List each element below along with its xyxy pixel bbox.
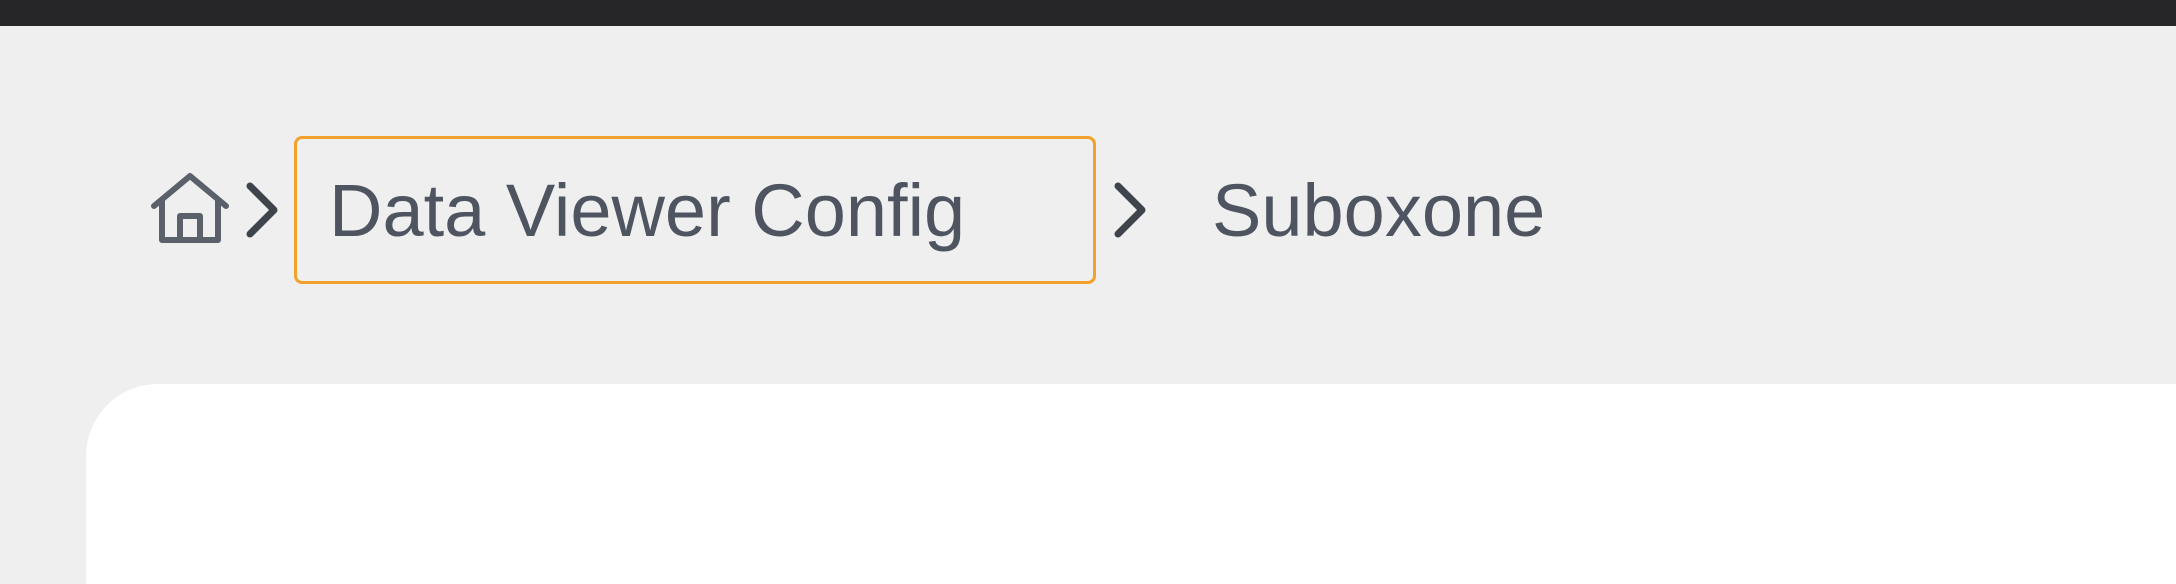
breadcrumb: Data Viewer Config Suboxone	[148, 136, 1545, 284]
chevron-right-icon	[1106, 180, 1154, 240]
content-card	[86, 384, 2176, 584]
breadcrumb-home-button[interactable]	[148, 169, 238, 251]
breadcrumb-current-item: Suboxone	[1212, 168, 1546, 252]
home-icon	[148, 170, 232, 251]
breadcrumb-item-label: Data Viewer Config	[329, 168, 966, 252]
chevron-right-icon	[238, 180, 286, 240]
breadcrumb-item-data-viewer-config[interactable]: Data Viewer Config	[294, 136, 1096, 284]
window-top-bar	[0, 0, 2176, 26]
